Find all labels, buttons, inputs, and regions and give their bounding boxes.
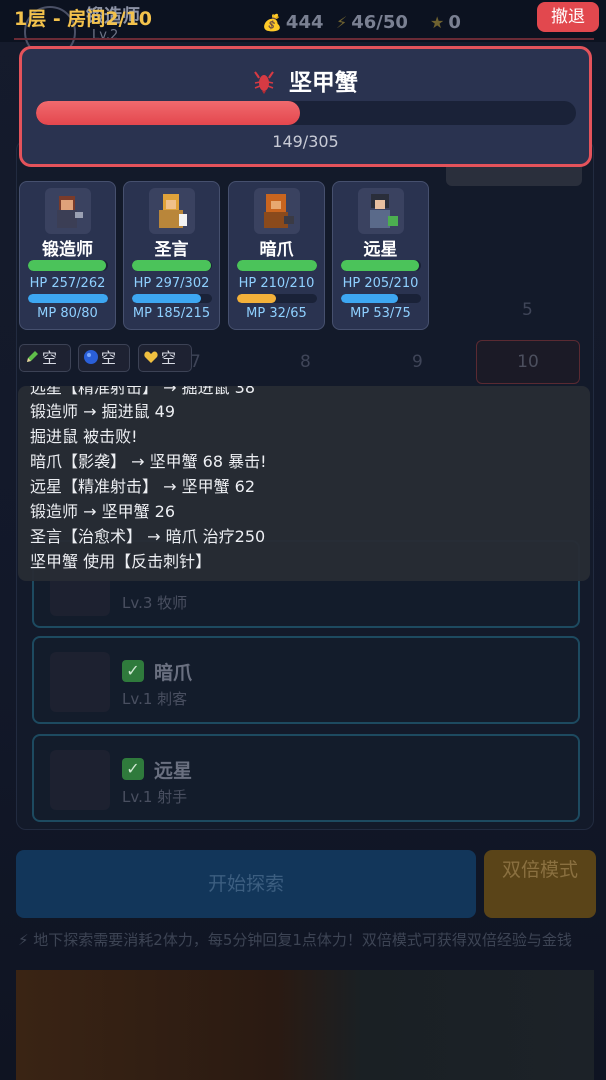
hero-mp-text: MP 80/80 <box>37 306 98 321</box>
bg-energy-value: 46/50 <box>351 12 408 33</box>
bg-member-card: ✓ 远星 Lv.1 射手 <box>32 734 580 822</box>
hero-hp-text: HP 297/302 <box>133 276 210 291</box>
hero-portrait <box>254 188 300 234</box>
gold-icon: 💰 <box>262 13 282 32</box>
hero-hp-fill <box>237 260 317 271</box>
boss-hp-text: 149/305 <box>272 132 339 151</box>
bg-room-10-label: 10 <box>517 352 539 372</box>
floor-room-label: 1层 - 房间2/10 <box>14 8 152 30</box>
hero-hp-text: HP 205/210 <box>342 276 419 291</box>
hero-hp-text: HP 257/262 <box>29 276 106 291</box>
bg-tip-text: ⚡ 地下探索需要消耗2体力，每5分钟回复1点体力！双倍模式可获得双倍经验与金钱 <box>18 931 572 949</box>
bg-grid-number: 8 <box>300 352 311 372</box>
hero-name: 暗爪 <box>259 240 294 260</box>
bg-divider <box>14 38 594 40</box>
log-line: 锻造师 → 坚甲蟹 26 <box>30 502 176 521</box>
bg-member-sub: Lv.1 射手 <box>122 788 188 806</box>
boss-name: 坚甲蟹 <box>288 70 358 96</box>
hero-mp-fill <box>28 294 108 303</box>
log-line: 暗爪【影袭】 → 坚甲蟹 68 暴击! <box>30 452 267 471</box>
hero-card[interactable]: 远星 HP 205/210 MP 53/75 <box>332 181 429 330</box>
hero-hp-text: HP 210/210 <box>238 276 315 291</box>
item-slot-label: 空 <box>42 349 58 367</box>
log-line: 锻造师 → 掘进鼠 49 <box>30 402 176 421</box>
bg-room-10: 10 <box>476 340 580 384</box>
bg-grid-number: 9 <box>412 352 423 372</box>
blue-orb-icon <box>83 347 99 364</box>
log-line: 坚甲蟹 使用【反击刺针】 <box>30 552 212 571</box>
item-slot-3[interactable]: 空 <box>138 344 192 372</box>
hero-mp-text: MP 185/215 <box>132 306 211 321</box>
log-line: 圣言【治愈术】 → 暗爪 治疗250 <box>30 527 266 546</box>
bg-gold-value: 444 <box>285 12 324 33</box>
log-line: 掘进鼠 被击败! <box>30 427 138 446</box>
bg-member-name: 远星 <box>154 760 193 782</box>
bg-member-avatar <box>50 750 110 810</box>
log-line: 远星【精准射击】 → 坚甲蟹 62 <box>30 477 256 496</box>
hero-mp-bar <box>132 294 212 303</box>
boss-hp-fill <box>36 101 300 125</box>
check-icon: ✓ <box>122 660 144 682</box>
hero-name: 圣言 <box>154 240 189 260</box>
hero-name: 远星 <box>363 240 398 260</box>
hero-portrait <box>358 188 404 234</box>
hero-card[interactable]: 圣言 HP 297/302 MP 185/215 <box>123 181 220 330</box>
bg-artwork <box>16 970 594 1080</box>
hero-mp-fill <box>237 294 277 303</box>
hero-mp-text: MP 32/65 <box>246 306 307 321</box>
item-slot-label: 空 <box>101 349 117 367</box>
hero-hp-bar <box>28 260 108 271</box>
bg-gold: 💰 444 <box>262 12 324 33</box>
bg-stars: ★ 0 <box>430 12 461 33</box>
hero-mp-bar <box>28 294 108 303</box>
hero-mp-text: MP 53/75 <box>350 306 411 321</box>
star-icon: ★ <box>430 13 445 32</box>
hero-hp-bar <box>132 260 212 271</box>
start-explore-button: 开始探索 <box>16 850 476 918</box>
hero-card[interactable]: 暗爪 HP 210/210 MP 32/65 <box>228 181 325 330</box>
hero-mp-fill <box>341 294 398 303</box>
bg-member-avatar <box>50 652 110 712</box>
bg-member-sub: Lv.3 牧师 <box>122 594 188 612</box>
hero-hp-fill <box>28 260 107 271</box>
boss-hp-bar <box>36 101 576 125</box>
boss-card: 坚甲蟹 149/305 <box>19 46 592 167</box>
hero-mp-bar <box>341 294 421 303</box>
bg-grid-number: 5 <box>522 300 533 320</box>
item-slot-2[interactable]: 空 <box>78 344 130 372</box>
bg-member-sub: Lv.1 刺客 <box>122 690 188 708</box>
hero-portrait <box>45 188 91 234</box>
hero-card[interactable]: 锻造师 HP 257/262 MP 80/80 <box>19 181 116 330</box>
hero-hp-fill <box>341 260 420 271</box>
pencil-icon <box>24 347 40 363</box>
hero-mp-fill <box>132 294 201 303</box>
energy-icon: ⚡ <box>336 13 348 32</box>
hero-name: 锻造师 <box>42 240 93 260</box>
crayfish-icon <box>253 71 283 96</box>
boss-title: 坚甲蟹 <box>22 63 589 97</box>
hero-hp-bar <box>341 260 421 271</box>
combat-log: 远星【精准射击】 → 掘进鼠 38 锻造师 → 掘进鼠 49 掘进鼠 被击败! … <box>18 386 590 581</box>
gold-heart-icon <box>143 347 159 363</box>
bg-energy: ⚡ 46/50 <box>336 12 408 33</box>
hero-portrait <box>149 188 195 234</box>
item-slot-1[interactable]: 空 <box>19 344 71 372</box>
bg-member-card: ✓ 暗爪 Lv.1 刺客 <box>32 636 580 724</box>
log-line-partial: 远星【精准射击】 → 掘进鼠 38 <box>30 386 256 397</box>
double-mode-button: 双倍模式 <box>484 850 596 918</box>
bg-stars-value: 0 <box>448 12 461 33</box>
hero-hp-bar <box>237 260 317 271</box>
check-icon: ✓ <box>122 758 144 780</box>
hero-mp-bar <box>237 294 317 303</box>
item-slot-label: 空 <box>161 349 177 367</box>
retreat-button[interactable]: 撤退 <box>537 2 599 32</box>
hero-hp-fill <box>132 260 211 271</box>
bg-member-name: 暗爪 <box>154 662 193 684</box>
